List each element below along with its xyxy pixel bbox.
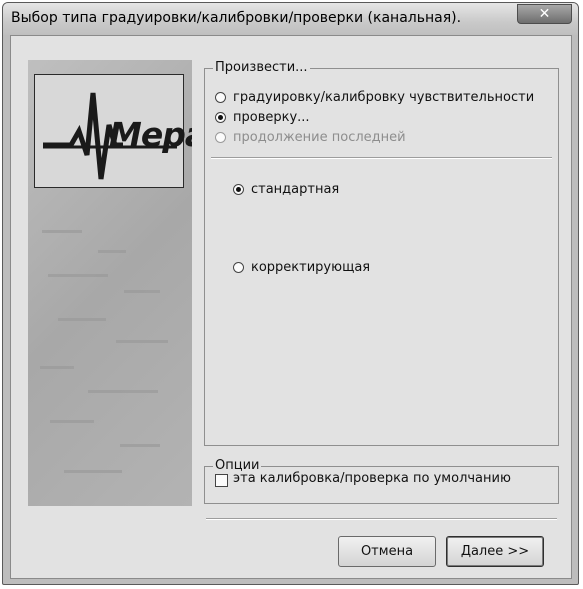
- logo-text: Мера: [109, 115, 192, 154]
- default-checkbox-label: эта калибровка/проверка по умолчанию: [233, 471, 511, 486]
- radio-calibration-label: градуировку/калибровку чувствительности: [233, 90, 535, 105]
- default-checkbox[interactable]: [215, 474, 228, 487]
- produce-group: Произвести... градуировку/калибровку чув…: [204, 60, 559, 446]
- dialog-window: Выбор типа градуировки/калибровки/провер…: [2, 2, 579, 585]
- radio-calibration-circle[interactable]: [215, 92, 226, 103]
- dialog-body: Мера Произвести... градуировку/калибровк…: [10, 35, 572, 579]
- radio-standard-circle[interactable]: [233, 184, 244, 195]
- radio-corrective-label: корректирующая: [251, 260, 371, 275]
- window-title: Выбор типа градуировки/калибровки/провер…: [11, 10, 462, 26]
- radio-continue-last-circle[interactable]: [215, 132, 226, 143]
- close-icon: ✕: [538, 6, 551, 22]
- produce-group-caption: Произвести...: [213, 60, 310, 76]
- radio-verification-circle[interactable]: [215, 112, 226, 123]
- radio-continue-last-label: продолжение последней: [233, 130, 406, 145]
- side-banner: Мера: [28, 60, 192, 506]
- company-logo: Мера: [34, 74, 192, 188]
- radio-verification-label: проверку...: [233, 110, 310, 125]
- title-bar[interactable]: Выбор типа градуировки/калибровки/провер…: [3, 3, 578, 35]
- cancel-button[interactable]: Отмена: [338, 536, 436, 567]
- radio-standard-label: стандартная: [251, 182, 340, 197]
- next-button[interactable]: Далее >>: [446, 536, 544, 567]
- footer-divider: [206, 518, 557, 520]
- radio-corrective-circle[interactable]: [233, 262, 244, 273]
- group-divider: [211, 157, 552, 159]
- close-button[interactable]: ✕: [517, 4, 572, 24]
- options-group: Опции эта калибровка/проверка по умолчан…: [204, 458, 559, 504]
